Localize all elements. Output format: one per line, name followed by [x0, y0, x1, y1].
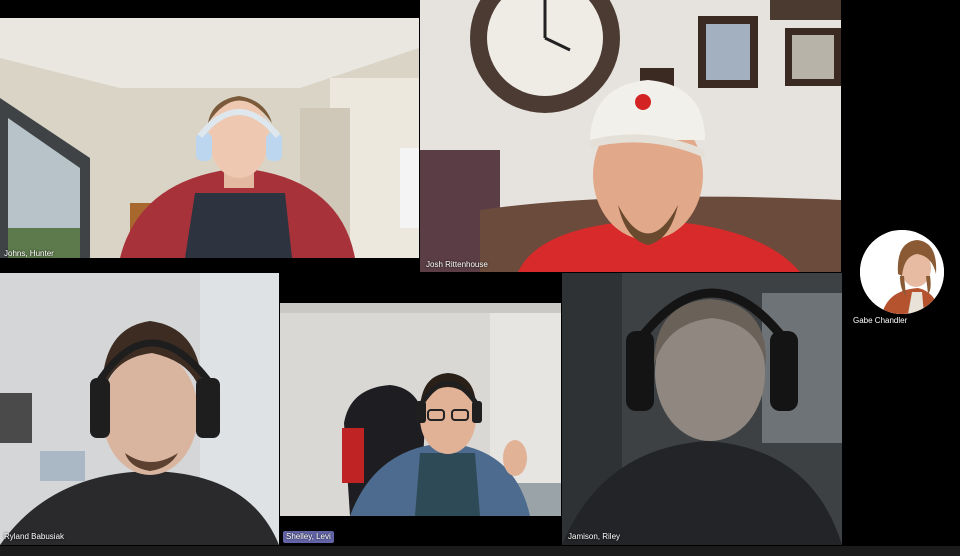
- bottom-bar: [0, 546, 960, 556]
- participant-name: Johns, Hunter: [4, 249, 54, 258]
- avatar-image: [860, 230, 944, 314]
- participant-name: Jamison, Riley: [568, 532, 621, 541]
- avatar-gabe-chandler[interactable]: [860, 230, 944, 314]
- participant-name-highlighted: Shelley, Levi: [283, 531, 334, 543]
- video-tile-ryland-babusiak[interactable]: Ryland Babusiak: [0, 273, 279, 545]
- video-feed-shelley-levi: [280, 303, 561, 516]
- participant-name: Ryland Babusiak: [4, 532, 65, 541]
- video-feed-johns-hunter: [0, 18, 419, 258]
- video-tile-josh-rittenhouse[interactable]: Josh Rittenhouse: [420, 0, 841, 272]
- video-feed-josh-rittenhouse: [420, 0, 841, 272]
- video-tile-jamison-riley[interactable]: Jamison, Riley: [562, 273, 842, 545]
- video-tile-johns-hunter[interactable]: Johns, Hunter: [0, 18, 419, 258]
- participant-name: Josh Rittenhouse: [426, 260, 488, 269]
- side-participant-name: Gabe Chandler: [853, 316, 908, 325]
- video-feed-ryland-babusiak: [0, 273, 279, 545]
- video-feed-jamison-riley: [562, 273, 842, 545]
- video-tile-shelley-levi[interactable]: [280, 303, 561, 516]
